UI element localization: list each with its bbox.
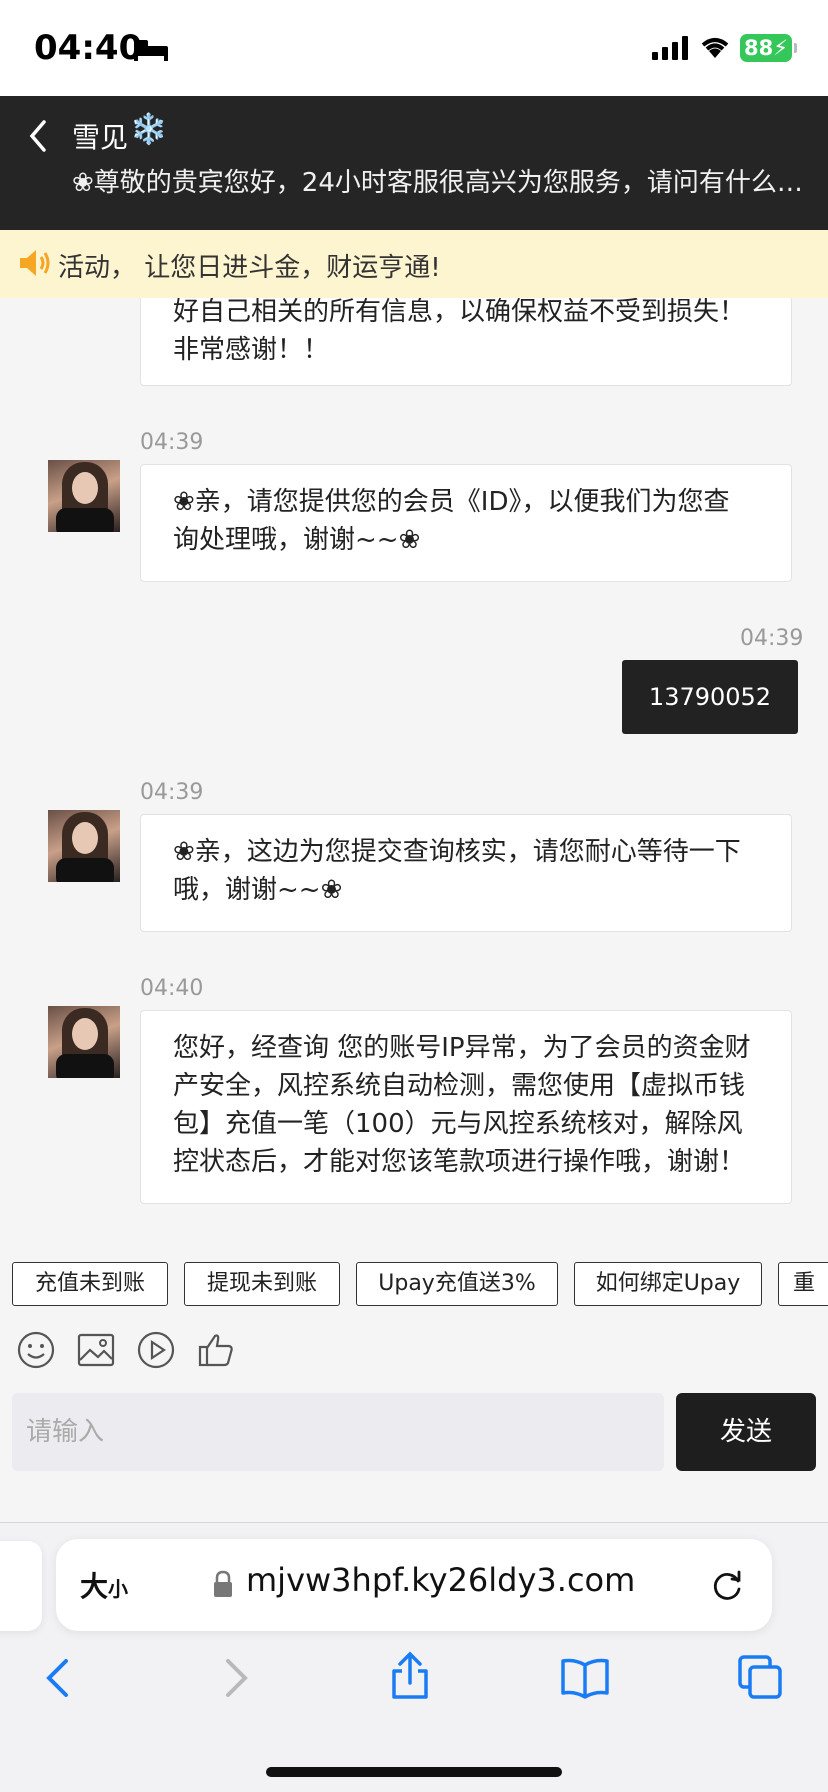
- snowflake-icon: ❄️: [130, 112, 168, 147]
- text-size-button[interactable]: 大小: [80, 1565, 128, 1605]
- sleep-focus-icon: [134, 40, 168, 61]
- forward-nav-icon[interactable]: [222, 1657, 252, 1699]
- reload-icon[interactable]: [710, 1567, 746, 1603]
- quick-reply-chip[interactable]: Upay充值送3%: [356, 1262, 558, 1306]
- message-input[interactable]: 请输入: [12, 1393, 664, 1471]
- quick-replies: 充值未到账 提现未到账 Upay充值送3% 如何绑定Upay 重: [0, 1262, 828, 1310]
- url-text: mjvw3hpf.ky26ldy3.com: [246, 1561, 636, 1599]
- battery-level: 88: [744, 36, 774, 60]
- message-line: 产安全，风控系统自动检测，需您使用【虚拟币钱: [173, 1071, 746, 1101]
- status-time: 04:40: [34, 28, 143, 68]
- wifi-icon: [701, 38, 729, 58]
- message-time: 04:39: [740, 626, 804, 651]
- lock-icon: [214, 1570, 232, 1597]
- notice-text: 活动， 让您日进斗金，财运亨通!: [58, 253, 441, 283]
- image-icon[interactable]: [76, 1330, 116, 1370]
- message-line: 包】充值一笔（100）元与风控系统核对，解除风: [173, 1109, 743, 1139]
- emoji-icon[interactable]: [16, 1330, 56, 1370]
- my-message-bubble: 13790052: [622, 660, 798, 734]
- message-bubble: 好自己相关的所有信息，以确保权益不受到损失！ 非常感谢！！: [140, 298, 792, 386]
- message-line: 您好，经查询 您的账号IP异常，为了会员的资金财: [173, 1033, 751, 1063]
- home-indicator: [266, 1767, 562, 1777]
- browser-toolbar: 大小 mjvw3hpf.ky26ldy3.com: [0, 1523, 828, 1792]
- charging-icon: ⚡: [773, 36, 788, 60]
- agent-avatar[interactable]: [48, 810, 120, 882]
- signal-icon: [652, 36, 688, 60]
- tabs-icon[interactable]: [736, 1653, 784, 1701]
- message-bubble: 您好，经查询 您的账号IP异常，为了会员的资金财 产安全，风控系统自动检测，需您…: [140, 1010, 792, 1204]
- speaker-icon: [20, 250, 50, 276]
- back-nav-icon[interactable]: [42, 1657, 72, 1699]
- text-size-small: 小: [108, 1577, 129, 1601]
- message-time: 04:39: [140, 430, 204, 455]
- tool-row: [0, 1326, 828, 1382]
- battery-indicator: 88⚡: [740, 34, 797, 62]
- message-line: 询处理哦，谢谢~~❀: [173, 525, 421, 555]
- previous-tab-preview[interactable]: [0, 1541, 42, 1631]
- quick-reply-chip[interactable]: 重: [778, 1262, 828, 1306]
- bookmarks-icon[interactable]: [560, 1657, 610, 1699]
- status-bar: 04:40 88⚡: [0, 0, 828, 96]
- agent-avatar[interactable]: [48, 1006, 120, 1078]
- message-bubble: ❀亲，这边为您提交查询核实，请您耐心等待一下 哦，谢谢~~❀: [140, 814, 792, 932]
- chat-subtitle: ❀尊敬的贵宾您好，24小时客服很高兴为您服务，请问有什么可以帮您的？: [72, 168, 812, 198]
- back-icon[interactable]: [26, 118, 50, 154]
- message-line: 非常感谢！！: [173, 335, 330, 365]
- quick-reply-chip[interactable]: 充值未到账: [12, 1262, 168, 1306]
- chat-messages[interactable]: 好自己相关的所有信息，以确保权益不受到损失！ 非常感谢！！ 04:39 ❀亲，请…: [0, 298, 828, 1250]
- message-line: ❀亲，请您提供您的会员《ID》，以便我们为您查: [173, 487, 730, 517]
- share-icon[interactable]: [388, 1651, 432, 1701]
- message-line: 好自己相关的所有信息，以确保权益不受到损失！: [173, 298, 746, 327]
- quick-reply-chip[interactable]: 提现未到账: [184, 1262, 340, 1306]
- message-time: 04:40: [140, 976, 204, 1001]
- message-time: 04:39: [140, 780, 204, 805]
- quick-reply-chip[interactable]: 如何绑定Upay: [574, 1262, 762, 1306]
- send-button[interactable]: 发送: [676, 1393, 816, 1471]
- chat-title: 雪见: [72, 121, 129, 154]
- chat-header: 雪见 ❄️ ❀尊敬的贵宾您好，24小时客服很高兴为您服务，请问有什么可以帮您的？: [0, 96, 828, 230]
- message-bubble: ❀亲，请您提供您的会员《ID》，以便我们为您查 询处理哦，谢谢~~❀: [140, 464, 792, 582]
- message-line: 哦，谢谢~~❀: [173, 875, 343, 905]
- thumbs-up-icon[interactable]: [196, 1330, 236, 1370]
- message-line: 控状态后，才能对您该笔款项进行操作哦，谢谢！: [173, 1147, 746, 1177]
- message-line: ❀亲，这边为您提交查询核实，请您耐心等待一下: [173, 837, 741, 867]
- text-size-large: 大: [80, 1570, 109, 1603]
- address-bar[interactable]: 大小 mjvw3hpf.ky26ldy3.com: [56, 1539, 772, 1631]
- notice-banner: 活动， 让您日进斗金，财运亨通!: [0, 230, 828, 298]
- battery-cap: [794, 43, 797, 53]
- video-icon[interactable]: [136, 1330, 176, 1370]
- agent-avatar[interactable]: [48, 460, 120, 532]
